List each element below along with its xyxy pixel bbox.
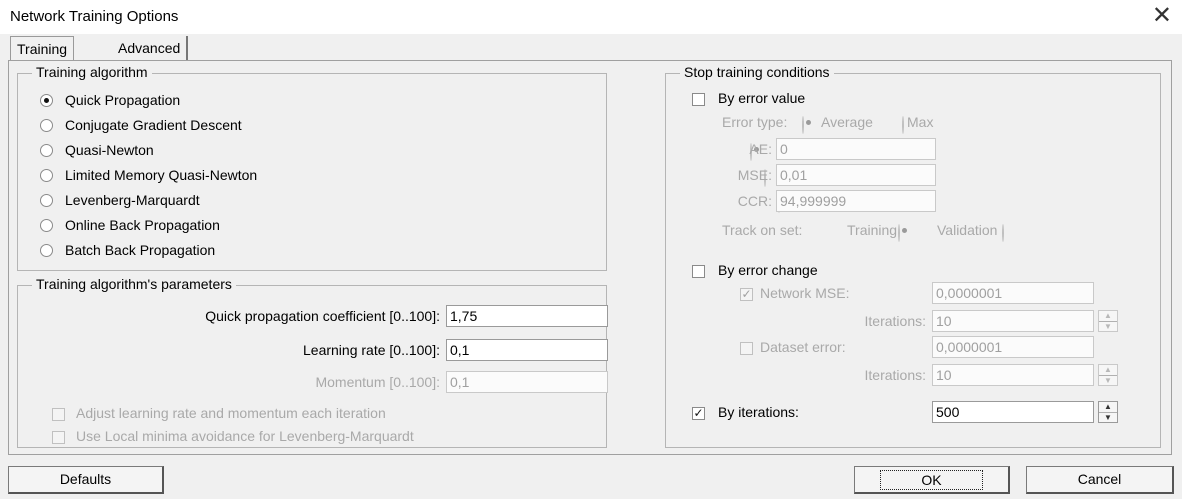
- defaults-button-label: Defaults: [59, 471, 112, 487]
- momentum-input[interactable]: 0,1: [446, 371, 608, 393]
- stop-conditions-group: Stop training conditions By error value …: [665, 64, 1161, 448]
- iterations-input[interactable]: 10: [932, 310, 1094, 332]
- network-mse-input[interactable]: 0,0000001: [932, 282, 1094, 304]
- radio-indicator[interactable]: [40, 243, 53, 257]
- qp-coefficient-label: Quick propagation coefficient [0..100]:: [205, 308, 440, 324]
- ae-input[interactable]: 0: [776, 138, 936, 160]
- learning-rate-label: Learning rate [0..100]:: [303, 342, 440, 358]
- by-error-value-label: By error value: [718, 90, 806, 106]
- radio-label: Batch Back Propagation: [65, 242, 216, 258]
- track-on-set-label: Track on set:: [722, 222, 803, 238]
- stop-conditions-legend: Stop training conditions: [680, 64, 834, 80]
- radio-online-back-propagation[interactable]: Online Back Propagation: [40, 215, 220, 235]
- by-iterations-spinner[interactable]: ▲ ▼: [1098, 401, 1118, 423]
- adjust-lr-label: Adjust learning rate and momentum each i…: [76, 405, 386, 421]
- tab-training[interactable]: Training: [10, 36, 75, 61]
- radio-label: Quasi-Newton: [65, 142, 154, 158]
- qp-coefficient-input[interactable]: 1,75: [446, 305, 608, 327]
- close-icon[interactable]: ✕: [1152, 3, 1172, 29]
- track-training-radio[interactable]: [898, 224, 900, 242]
- cancel-button[interactable]: Cancel: [1026, 466, 1174, 494]
- tab-advanced[interactable]: Advanced: [112, 36, 189, 60]
- track-training-label: Training: [847, 222, 898, 238]
- spin-up-icon[interactable]: ▲: [1099, 311, 1117, 322]
- mse-label: MSE:: [737, 167, 772, 183]
- spin-down-icon[interactable]: ▼: [1099, 376, 1117, 386]
- error-type-max-radio[interactable]: [902, 116, 904, 134]
- dataset-error-checkbox[interactable]: [740, 342, 753, 355]
- training-parameters-group: Training algorithm's parameters Quick pr…: [17, 276, 608, 448]
- radio-indicator[interactable]: [40, 168, 53, 182]
- by-iterations-label: By iterations:: [718, 404, 799, 420]
- momentum-label: Momentum [0..100]:: [315, 374, 440, 390]
- radio-batch-back-propagation[interactable]: Batch Back Propagation: [40, 240, 215, 260]
- ok-button[interactable]: OK: [854, 466, 1010, 494]
- learning-rate-input[interactable]: 0,1: [446, 339, 608, 361]
- tab-page-training: Training algorithm Quick Propagation Con…: [8, 60, 1172, 455]
- radio-conjugate-gradient-descent[interactable]: Conjugate Gradient Descent: [40, 115, 242, 135]
- by-iterations-checkbox[interactable]: ✓: [692, 407, 705, 420]
- error-type-label: Error type:: [722, 114, 788, 130]
- dataset-error-label: Dataset error:: [760, 339, 846, 355]
- training-algorithm-group: Training algorithm Quick Propagation Con…: [17, 64, 607, 271]
- iterations2-label: Iterations:: [864, 367, 926, 383]
- radio-indicator[interactable]: [40, 143, 53, 157]
- window-title: Network Training Options: [10, 8, 179, 25]
- radio-quasi-newton[interactable]: Quasi-Newton: [40, 140, 154, 160]
- dataset-error-input[interactable]: 0,0000001: [932, 336, 1094, 358]
- error-type-average-label: Average: [821, 114, 873, 130]
- adjust-lr-checkbox[interactable]: [52, 408, 65, 421]
- ccr-label: CCR:: [737, 193, 772, 209]
- by-error-change-label: By error change: [718, 262, 818, 278]
- radio-indicator[interactable]: [40, 118, 53, 132]
- by-error-change-checkbox[interactable]: [692, 265, 705, 278]
- by-iterations-input[interactable]: 500: [932, 401, 1094, 423]
- radio-label: Online Back Propagation: [65, 217, 220, 233]
- radio-levenberg-marquardt[interactable]: Levenberg-Marquardt: [40, 190, 200, 210]
- error-type-max-label: Max: [907, 114, 934, 130]
- ccr-input[interactable]: 94,999999: [776, 190, 936, 212]
- cancel-button-label: Cancel: [1077, 471, 1122, 487]
- track-validation-label: Validation: [937, 222, 998, 238]
- spin-up-icon[interactable]: ▲: [1099, 402, 1117, 413]
- radio-limited-memory-quasi-newton[interactable]: Limited Memory Quasi-Newton: [40, 165, 257, 185]
- spin-down-icon[interactable]: ▼: [1099, 322, 1117, 332]
- training-parameters-legend: Training algorithm's parameters: [32, 276, 236, 292]
- ae-label: AE:: [749, 141, 772, 157]
- radio-indicator[interactable]: [40, 93, 53, 107]
- radio-indicator[interactable]: [40, 193, 53, 207]
- network-mse-label: Network MSE:: [760, 285, 850, 301]
- radio-label: Levenberg-Marquardt: [65, 192, 200, 208]
- iterations2-input[interactable]: 10: [932, 364, 1094, 386]
- defaults-button[interactable]: Defaults: [8, 466, 164, 494]
- iterations-label: Iterations:: [864, 313, 926, 329]
- spin-up-icon[interactable]: ▲: [1099, 365, 1117, 376]
- track-validation-radio[interactable]: [1002, 224, 1004, 242]
- training-algorithm-legend: Training algorithm: [32, 64, 152, 80]
- radio-quick-propagation[interactable]: Quick Propagation: [40, 90, 180, 110]
- network-mse-checkbox[interactable]: ✓: [740, 288, 753, 301]
- local-minima-label: Use Local minima avoidance for Levenberg…: [76, 428, 414, 444]
- radio-label: Conjugate Gradient Descent: [65, 117, 242, 133]
- spin-down-icon[interactable]: ▼: [1099, 413, 1117, 423]
- radio-label: Limited Memory Quasi-Newton: [65, 167, 258, 183]
- by-error-value-checkbox[interactable]: [692, 93, 705, 106]
- radio-label: Quick Propagation: [65, 92, 181, 108]
- iterations-spinner[interactable]: ▲ ▼: [1098, 310, 1118, 332]
- mse-input[interactable]: 0,01: [776, 164, 936, 186]
- ok-button-label: OK: [880, 470, 983, 490]
- local-minima-checkbox[interactable]: [52, 431, 65, 444]
- iterations2-spinner[interactable]: ▲ ▼: [1098, 364, 1118, 386]
- error-type-average-radio[interactable]: [802, 116, 804, 134]
- radio-indicator[interactable]: [40, 218, 53, 232]
